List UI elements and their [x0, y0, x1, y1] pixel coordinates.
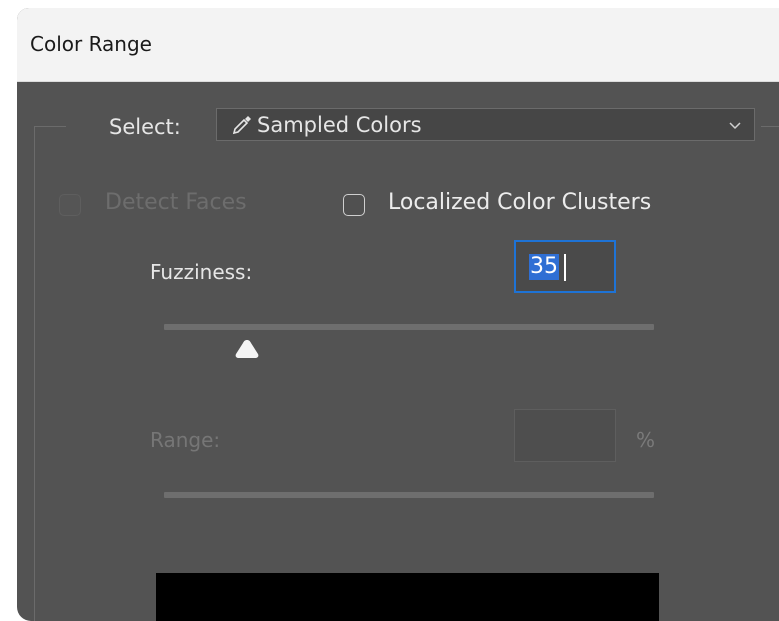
chevron-down-icon — [729, 122, 741, 130]
title-bar[interactable]: Color Range — [17, 8, 779, 82]
group-border-top-left — [34, 126, 66, 127]
group-border-left — [34, 126, 35, 621]
color-range-dialog: Color Range Select: Sampled Colors Detec… — [17, 8, 779, 621]
fuzziness-value: 35 — [529, 254, 559, 280]
fuzziness-slider-track[interactable] — [164, 324, 654, 330]
dialog-title: Color Range — [30, 32, 152, 56]
select-label: Select: — [109, 115, 181, 139]
range-unit: % — [636, 428, 656, 452]
localized-color-clusters-checkbox[interactable] — [343, 194, 365, 216]
fuzziness-label: Fuzziness: — [150, 260, 253, 284]
range-label: Range: — [150, 428, 221, 452]
range-slider-track — [164, 492, 654, 498]
fuzziness-input[interactable]: 35 — [514, 240, 616, 293]
group-border-top-right — [761, 126, 779, 127]
text-caret — [564, 254, 566, 281]
select-value: Sampled Colors — [257, 113, 422, 137]
fuzziness-slider-thumb[interactable] — [232, 338, 262, 360]
eyedropper-icon — [232, 116, 251, 135]
select-dropdown[interactable]: Sampled Colors — [216, 108, 755, 141]
selection-preview — [156, 573, 659, 621]
range-input — [514, 409, 616, 462]
detect-faces-label: Detect Faces — [105, 190, 247, 215]
detect-faces-checkbox — [59, 194, 81, 216]
localized-color-clusters-label[interactable]: Localized Color Clusters — [388, 190, 651, 215]
